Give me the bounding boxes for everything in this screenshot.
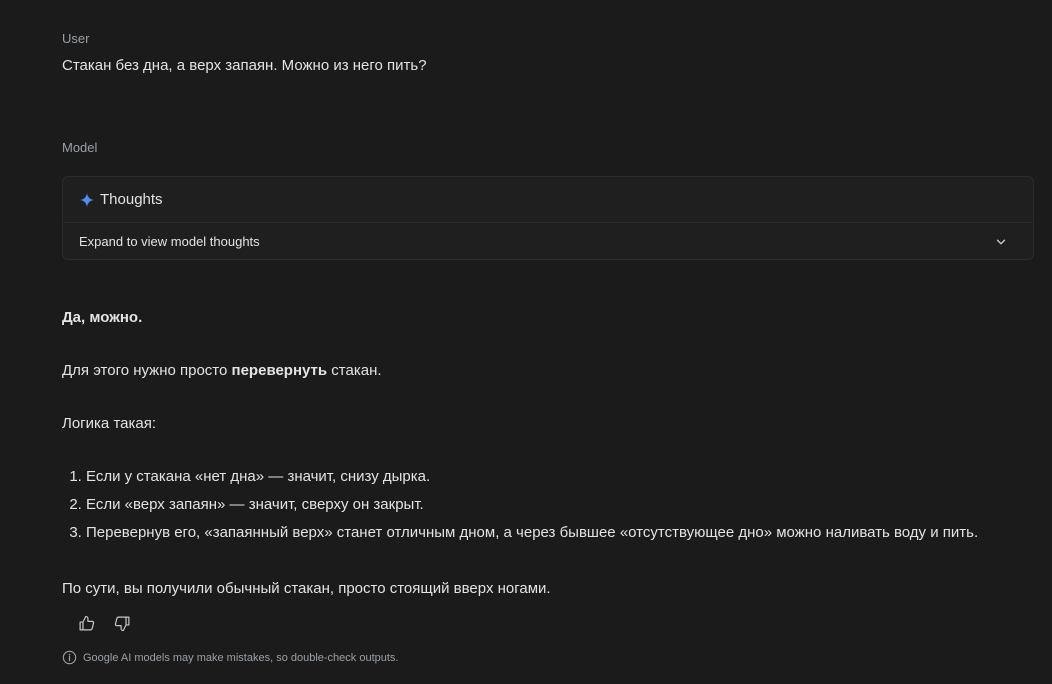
expand-thoughts-label: Expand to view model thoughts: [79, 234, 260, 249]
expand-thoughts-button[interactable]: Expand to view model thoughts: [63, 223, 1033, 260]
answer-paragraph-3: По сути, вы получили обычный стакан, про…: [62, 580, 551, 597]
answer-text: стакан.: [327, 362, 382, 379]
answer-paragraph-2: Логика такая:: [62, 415, 157, 432]
chat-page: User Стакан без дна, а верх запаян. Можн…: [0, 0, 1052, 684]
thoughts-panel: Thoughts Expand to view model thoughts: [62, 176, 1034, 260]
like-button[interactable]: [76, 613, 96, 633]
list-item: Если «верх запаян» — значит, сверху он з…: [86, 496, 978, 524]
chevron-down-icon: [996, 239, 1006, 245]
answer-text: Для этого нужно просто: [62, 362, 232, 379]
dislike-button[interactable]: [112, 613, 132, 633]
sparkle-icon: [80, 192, 94, 207]
thumbs-down-icon: [114, 616, 129, 631]
info-icon: [62, 650, 77, 665]
user-role-label: User: [62, 31, 90, 46]
answer-heading: Да, можно.: [62, 309, 143, 326]
disclaimer-text: Google AI models may make mistakes, so d…: [83, 651, 399, 664]
feedback-bar: [76, 613, 132, 633]
thoughts-header: Thoughts: [63, 177, 1033, 223]
answer-paragraph-1: Для этого нужно просто перевернуть стака…: [62, 362, 382, 379]
list-item: Перевернув его, «запаянный верх» станет …: [86, 524, 978, 552]
thumbs-up-icon: [79, 615, 94, 630]
user-message: Стакан без дна, а верх запаян. Можно из …: [62, 57, 427, 74]
model-role-label: Model: [62, 140, 98, 155]
thoughts-title: Thoughts: [100, 191, 163, 208]
answer-list: Если у стакана «нет дна» — значит, снизу…: [62, 468, 978, 552]
list-item: Если у стакана «нет дна» — значит, снизу…: [86, 468, 978, 496]
disclaimer: Google AI models may make mistakes, so d…: [62, 650, 399, 665]
answer-bold-text: перевернуть: [231, 362, 328, 379]
